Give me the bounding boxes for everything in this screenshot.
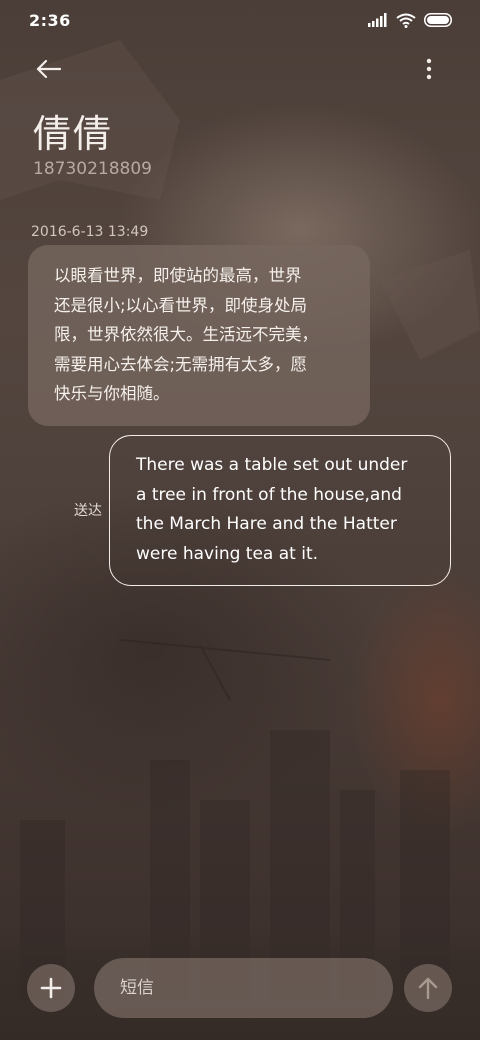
incoming-message-bubble[interactable]: 以眼看世界，即使站的最高，世界 还是很小;以心看世界，即使身处局 限，世界依然很…: [28, 245, 370, 426]
message-timestamp: 2016-6-13 13:49: [31, 224, 149, 240]
contact-name: 倩倩: [33, 112, 114, 156]
delivery-status: 送达: [74, 503, 102, 519]
status-time: 2:36: [29, 11, 71, 30]
back-button[interactable]: [30, 54, 66, 84]
status-bar: 2:36: [0, 0, 480, 40]
signal-icon: [368, 13, 387, 27]
status-icons: [368, 10, 454, 30]
more-vertical-icon: [426, 58, 432, 80]
send-button[interactable]: [404, 964, 452, 1012]
add-attachment-button[interactable]: [27, 964, 75, 1012]
wifi-icon: [396, 13, 416, 28]
plus-icon: [40, 977, 62, 999]
arrow-up-icon: [418, 977, 438, 999]
outgoing-message-bubble[interactable]: There was a table set out under a tree i…: [109, 435, 451, 586]
arrow-left-icon: [36, 59, 61, 79]
battery-icon: [424, 13, 452, 27]
more-options-button[interactable]: [414, 54, 444, 84]
sms-input-container[interactable]: [94, 958, 393, 1018]
sms-input[interactable]: [118, 977, 372, 999]
contact-number[interactable]: 18730218809: [33, 158, 152, 180]
